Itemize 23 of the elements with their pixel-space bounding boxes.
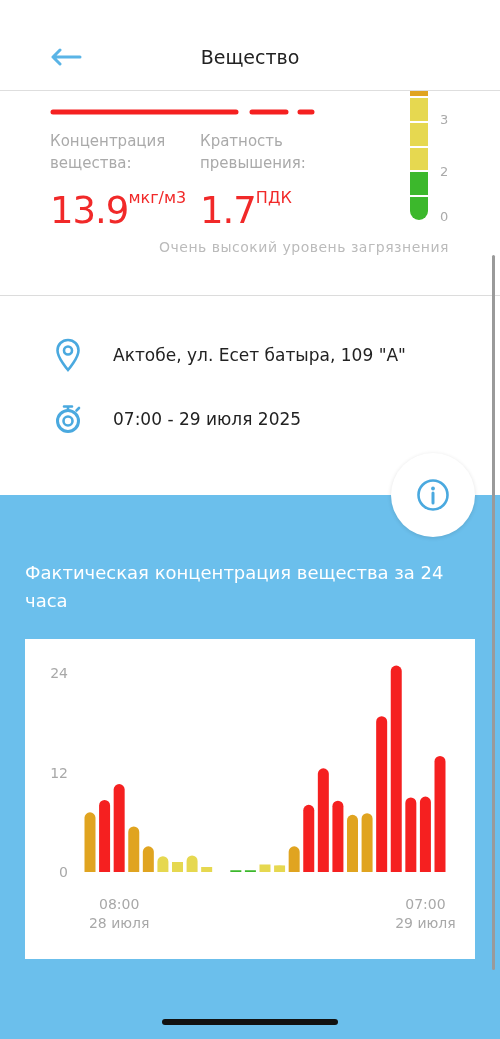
- address-text: Актобе, ул. Есет батыра, 109 "А": [113, 345, 406, 365]
- x-axis-label: 07:00 29 июля: [395, 896, 456, 931]
- location-pin-icon: [53, 338, 83, 372]
- y-axis-label: 12: [50, 764, 68, 781]
- pollution-level-text: Очень высокий уровень загрязнения: [159, 239, 449, 255]
- ratio-label: Кратность превышения:: [200, 131, 307, 174]
- concentration-value: 13.9$^{мкг/м3}$: [50, 187, 188, 231]
- ratio-value: 1.7$^{ПДК}$: [200, 187, 293, 231]
- date-time-text: 07:00 - 29 июля 2025: [113, 409, 302, 429]
- info-icon: [416, 478, 450, 512]
- scrollbar[interactable]: [492, 255, 495, 970]
- chart-title: Фактическая концентрация вещества за 24 часа: [25, 561, 445, 613]
- stopwatch-icon: [53, 404, 83, 434]
- scale-label: 2: [440, 164, 449, 179]
- y-axis-label: 24: [50, 665, 68, 682]
- scale-label: 0: [440, 209, 449, 224]
- screen-title: Вещество: [199, 46, 301, 68]
- concentration-label: Концентрация вещества:: [50, 131, 167, 174]
- back-button[interactable]: [50, 48, 84, 68]
- x-axis-label: 08:00 28 июля: [88, 896, 150, 931]
- scale-label: 3: [440, 112, 449, 127]
- info-button[interactable]: [391, 453, 475, 537]
- y-axis-label: 0: [59, 864, 68, 880]
